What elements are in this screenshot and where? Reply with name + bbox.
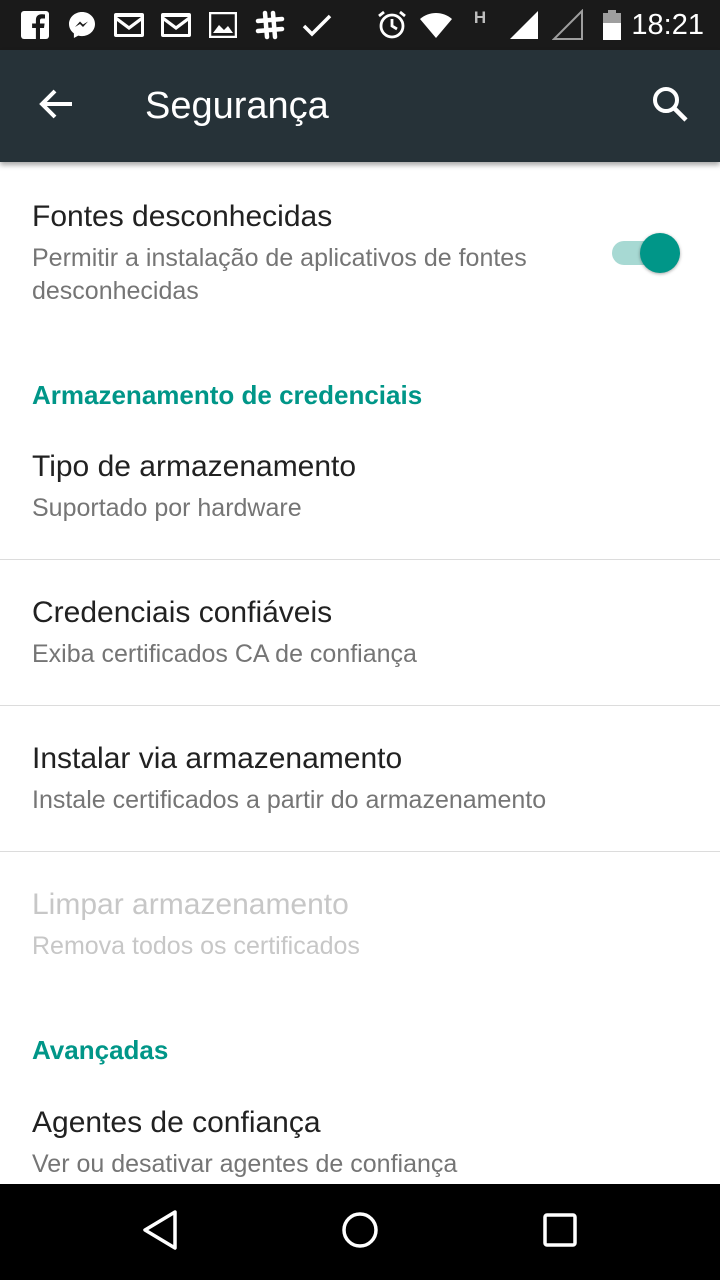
pref-trust-agents[interactable]: Agentes de confiança Ver ou desativar ag… <box>0 1088 720 1184</box>
divider <box>0 705 720 706</box>
wifi-icon <box>419 8 453 42</box>
status-time: 18:21 <box>631 9 704 41</box>
pref-title: Tipo de armazenamento <box>32 450 357 483</box>
toggle-thumb <box>640 233 680 273</box>
battery-icon <box>595 8 629 42</box>
nav-back-button[interactable] <box>130 1202 190 1262</box>
signal-full-icon <box>507 8 541 42</box>
search-button[interactable] <box>638 76 702 136</box>
nav-home-button[interactable] <box>330 1202 390 1262</box>
nav-back-icon <box>140 1209 180 1256</box>
back-button[interactable] <box>26 76 86 136</box>
status-bar: H 18:21 <box>0 0 720 50</box>
pref-title: Limpar armazenamento <box>32 888 349 921</box>
pref-clear-credentials: Limpar armazenamento Remova todos os cer… <box>0 870 720 997</box>
pref-trusted-credentials[interactable]: Credenciais confiáveis Exiba certificado… <box>0 578 720 705</box>
pref-summary: Permitir a instalação de aplicativos de … <box>32 244 527 305</box>
category-credential-storage: Armazenamento de credenciais <box>32 380 423 410</box>
h-network-icon: H <box>463 8 497 42</box>
gallery-icon <box>206 8 240 42</box>
pref-summary: Exiba certificados CA de confiança <box>32 640 417 668</box>
network-type-label: H <box>473 8 487 27</box>
pref-summary: Remova todos os certificados <box>32 932 360 960</box>
pref-title: Fontes desconhecidas <box>32 200 333 233</box>
nav-home-icon <box>340 1210 380 1255</box>
divider <box>0 851 720 852</box>
check-icon <box>300 8 334 42</box>
pref-title: Instalar via armazenamento <box>32 742 403 775</box>
navigation-bar <box>0 1184 720 1280</box>
pref-summary: Suportado por hardware <box>32 494 302 522</box>
pref-title: Credenciais confiáveis <box>32 596 333 629</box>
gmail-icon <box>112 8 146 42</box>
messenger-icon <box>65 8 99 42</box>
pref-summary: Ver ou desativar agentes de confiança <box>32 1150 458 1178</box>
divider <box>0 559 720 560</box>
pref-summary: Instale certificados a partir do armazen… <box>32 786 547 814</box>
nav-recents-button[interactable] <box>530 1202 590 1262</box>
facebook-icon <box>18 8 52 42</box>
category-advanced: Avançadas <box>32 1035 169 1065</box>
arrow-back-icon <box>38 88 74 125</box>
pref-install-from-storage[interactable]: Instalar via armazenamento Instale certi… <box>0 724 720 851</box>
unknown-sources-toggle[interactable] <box>612 230 682 276</box>
system-status-icons: H <box>375 8 629 42</box>
app-bar: Segurança <box>0 50 720 162</box>
settings-list: Fontes desconhecidas Permitir a instalaç… <box>0 162 720 1184</box>
notification-icons <box>18 8 334 42</box>
pref-storage-type[interactable]: Tipo de armazenamento Suportado por hard… <box>0 432 720 559</box>
pref-unknown-sources[interactable]: Fontes desconhecidas Permitir a instalaç… <box>0 182 720 332</box>
gmail-icon <box>159 8 193 42</box>
alarm-icon <box>375 8 409 42</box>
page-title: Segurança <box>145 85 329 127</box>
nav-recents-icon <box>542 1212 578 1253</box>
slack-icon <box>253 8 287 42</box>
signal-empty-icon <box>551 8 585 42</box>
screen: H 18:21 Segurança Fontes desconhecidas P… <box>0 0 720 1280</box>
search-icon <box>651 85 689 128</box>
pref-title: Agentes de confiança <box>32 1106 321 1139</box>
